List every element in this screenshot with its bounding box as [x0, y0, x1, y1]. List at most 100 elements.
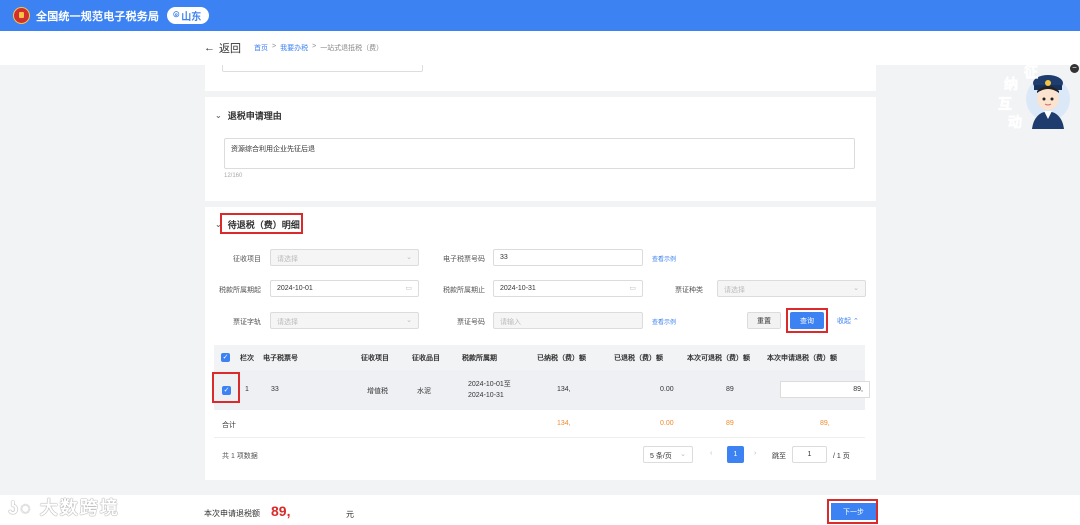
period-start-label: 税款所属期起 [219, 287, 261, 294]
calendar-icon: ▭ [405, 285, 412, 292]
row-paid: 134, [557, 386, 571, 393]
col-header: 已退税（费）额 [614, 355, 663, 362]
view-example-link[interactable]: 查看示例 [652, 254, 676, 263]
watermark-text: 大数跨境 [39, 498, 120, 518]
col-header: 本次申请退税（费）额 [767, 355, 837, 362]
refund-reason-textarea[interactable]: 资源综合利用企业先征后退 [224, 138, 855, 169]
total-paid: 134, [557, 420, 571, 427]
period-end-picker[interactable]: 2024-10-31 ▭ [493, 280, 643, 297]
mascot-widget[interactable]: 征 纳 互 动 [998, 61, 1073, 131]
top-bar: 全国统一规范电子税务局 ⌾ 山东 [0, 0, 1080, 31]
table-header: ✓ 栏次 电子税票号 征收项目 征收品目 税款所属期 已纳税（费）额 已退税（费… [214, 345, 865, 370]
site-title: 全国统一规范电子税务局 [36, 10, 160, 23]
refund-reason-text: 资源综合利用企业先征后退 [231, 146, 315, 153]
eticket-input[interactable]: 33 [493, 249, 643, 266]
refund-reason-title: 退税申请理由 [227, 111, 282, 121]
col-header: 栏次 [240, 355, 254, 362]
select-all-checkbox[interactable]: ✓ [221, 353, 230, 362]
region-selector[interactable]: ⌾ 山东 [167, 7, 210, 24]
breadcrumb-home[interactable]: 首页 [254, 43, 268, 53]
mascot-char: 纳 [1004, 76, 1018, 93]
row-period-start: 2024-10-01至 [468, 381, 511, 388]
chevron-down-icon: ⌄ [680, 451, 686, 458]
total-label: 合计 [222, 422, 236, 429]
table-row[interactable]: ✓ 1 33 增值税 水泥 2024-10-01至 2024-10-31 134… [212, 370, 870, 410]
row-eticket: 33 [271, 386, 279, 393]
pagination: 共 1 项数据 5 条/页 ⌄ ‹ 1 › 跳至 1 / 1 页 [214, 444, 865, 466]
total-refunded: 0.00 [660, 420, 674, 427]
row-period-end: 2024-10-31 [468, 392, 504, 399]
next-page-icon[interactable]: › [754, 450, 756, 457]
collapse-filters-link[interactable]: 收起 ⌃ [837, 316, 859, 326]
eticket-value: 33 [500, 254, 508, 261]
total-apply: 89, [820, 420, 830, 427]
query-button[interactable]: 查询 [790, 312, 824, 329]
total-pages: / 1 页 [833, 453, 850, 460]
apply-total-label: 本次申请退税额 [204, 509, 260, 518]
next-step-button[interactable]: 下一步 [831, 503, 876, 520]
voucher-type-placeholder: 请选择 [724, 287, 745, 294]
refund-details-card: ⌄ 待退税（费）明细 征收项目 请选择 ⌄ 电子税票号码 33 查看示例 税款所… [205, 207, 876, 480]
previous-input-stub [222, 65, 423, 72]
chevron-down-icon: ⌄ [406, 317, 412, 324]
levy-item-placeholder: 请选择 [277, 256, 298, 263]
checkbox-highlight-box [212, 372, 240, 403]
col-header: 税款所属期 [462, 355, 497, 362]
col-header: 电子税票号 [263, 355, 298, 362]
refund-reason-card: ⌄ 退税申请理由 资源综合利用企业先征后退 12/160 [205, 97, 876, 201]
total-refundable: 89 [726, 420, 734, 427]
record-count: 共 1 项数据 [222, 453, 258, 460]
watermark-logo-icon: ʖ◌ [8, 498, 33, 518]
chevron-down-icon: ⌄ [215, 111, 222, 120]
calendar-icon: ▭ [629, 285, 636, 292]
voucher-no-label: 票证号码 [457, 319, 485, 326]
mascot-char: 互 [998, 97, 1012, 113]
row-refunded: 0.00 [660, 386, 674, 393]
back-label: 返回 [219, 43, 241, 55]
breadcrumb: 首页 > 我要办税 > 一站式退抵税（费） [254, 43, 384, 53]
levy-item-select[interactable]: 请选择 ⌄ [270, 249, 419, 266]
view-example-link-2[interactable]: 查看示例 [652, 317, 676, 326]
page-size-select[interactable]: 5 条/页 ⌄ [643, 446, 693, 463]
page-current[interactable]: 1 [727, 446, 744, 463]
tax-emblem-logo [13, 7, 30, 24]
previous-section-card [205, 65, 876, 91]
apply-total-amount: 89, [271, 503, 291, 519]
minimize-icon[interactable]: − [1070, 64, 1079, 73]
title-highlight-box [220, 213, 303, 234]
row-subitem: 水泥 [417, 388, 431, 395]
col-header: 已纳税（费）额 [537, 355, 586, 362]
voucher-track-select[interactable]: 请选择 ⌄ [270, 312, 419, 329]
bottom-bar: 本次申请退税额 89, 元 [0, 495, 1080, 525]
voucher-type-select[interactable]: 请选择 ⌄ [717, 280, 866, 297]
chevron-down-icon: ⌄ [406, 254, 412, 261]
eticket-label: 电子税票号码 [443, 256, 485, 263]
col-header: 本次可退税（费）额 [687, 355, 750, 362]
apply-amount-input[interactable]: 89, [780, 381, 870, 398]
prev-page-icon[interactable]: ‹ [710, 450, 712, 457]
col-header: 征收项目 [361, 355, 389, 362]
breadcrumb-bar: ← 返回 首页 > 我要办税 > 一站式退抵税（费） [0, 31, 1080, 65]
breadcrumb-tax[interactable]: 我要办税 [280, 43, 308, 53]
refund-reason-header[interactable]: ⌄ 退税申请理由 [215, 109, 282, 122]
voucher-type-label: 票证种类 [675, 287, 703, 294]
region-label: 山东 [181, 12, 202, 23]
char-counter: 12/160 [224, 173, 243, 179]
col-header: 征收品目 [412, 355, 440, 362]
mascot-char: 动 [1008, 114, 1022, 131]
apply-total-unit: 元 [346, 510, 354, 519]
goto-page-input[interactable]: 1 [792, 446, 827, 463]
row-item: 增值税 [367, 388, 388, 395]
period-start-value: 2024-10-01 [277, 285, 313, 292]
row-no: 1 [245, 386, 249, 393]
voucher-no-input[interactable]: 请输入 [493, 312, 643, 329]
chevron-up-icon: ⌃ [852, 318, 859, 325]
mascot-char: 征 [1024, 64, 1038, 81]
location-pin-icon: ⌾ [173, 10, 180, 21]
period-start-picker[interactable]: 2024-10-01 ▭ [270, 280, 419, 297]
goto-label: 跳至 [772, 453, 786, 460]
back-button[interactable]: ← 返回 [204, 40, 241, 56]
collapse-label: 收起 [837, 318, 851, 325]
row-refundable: 89 [726, 386, 734, 393]
reset-button[interactable]: 重置 [747, 312, 781, 329]
